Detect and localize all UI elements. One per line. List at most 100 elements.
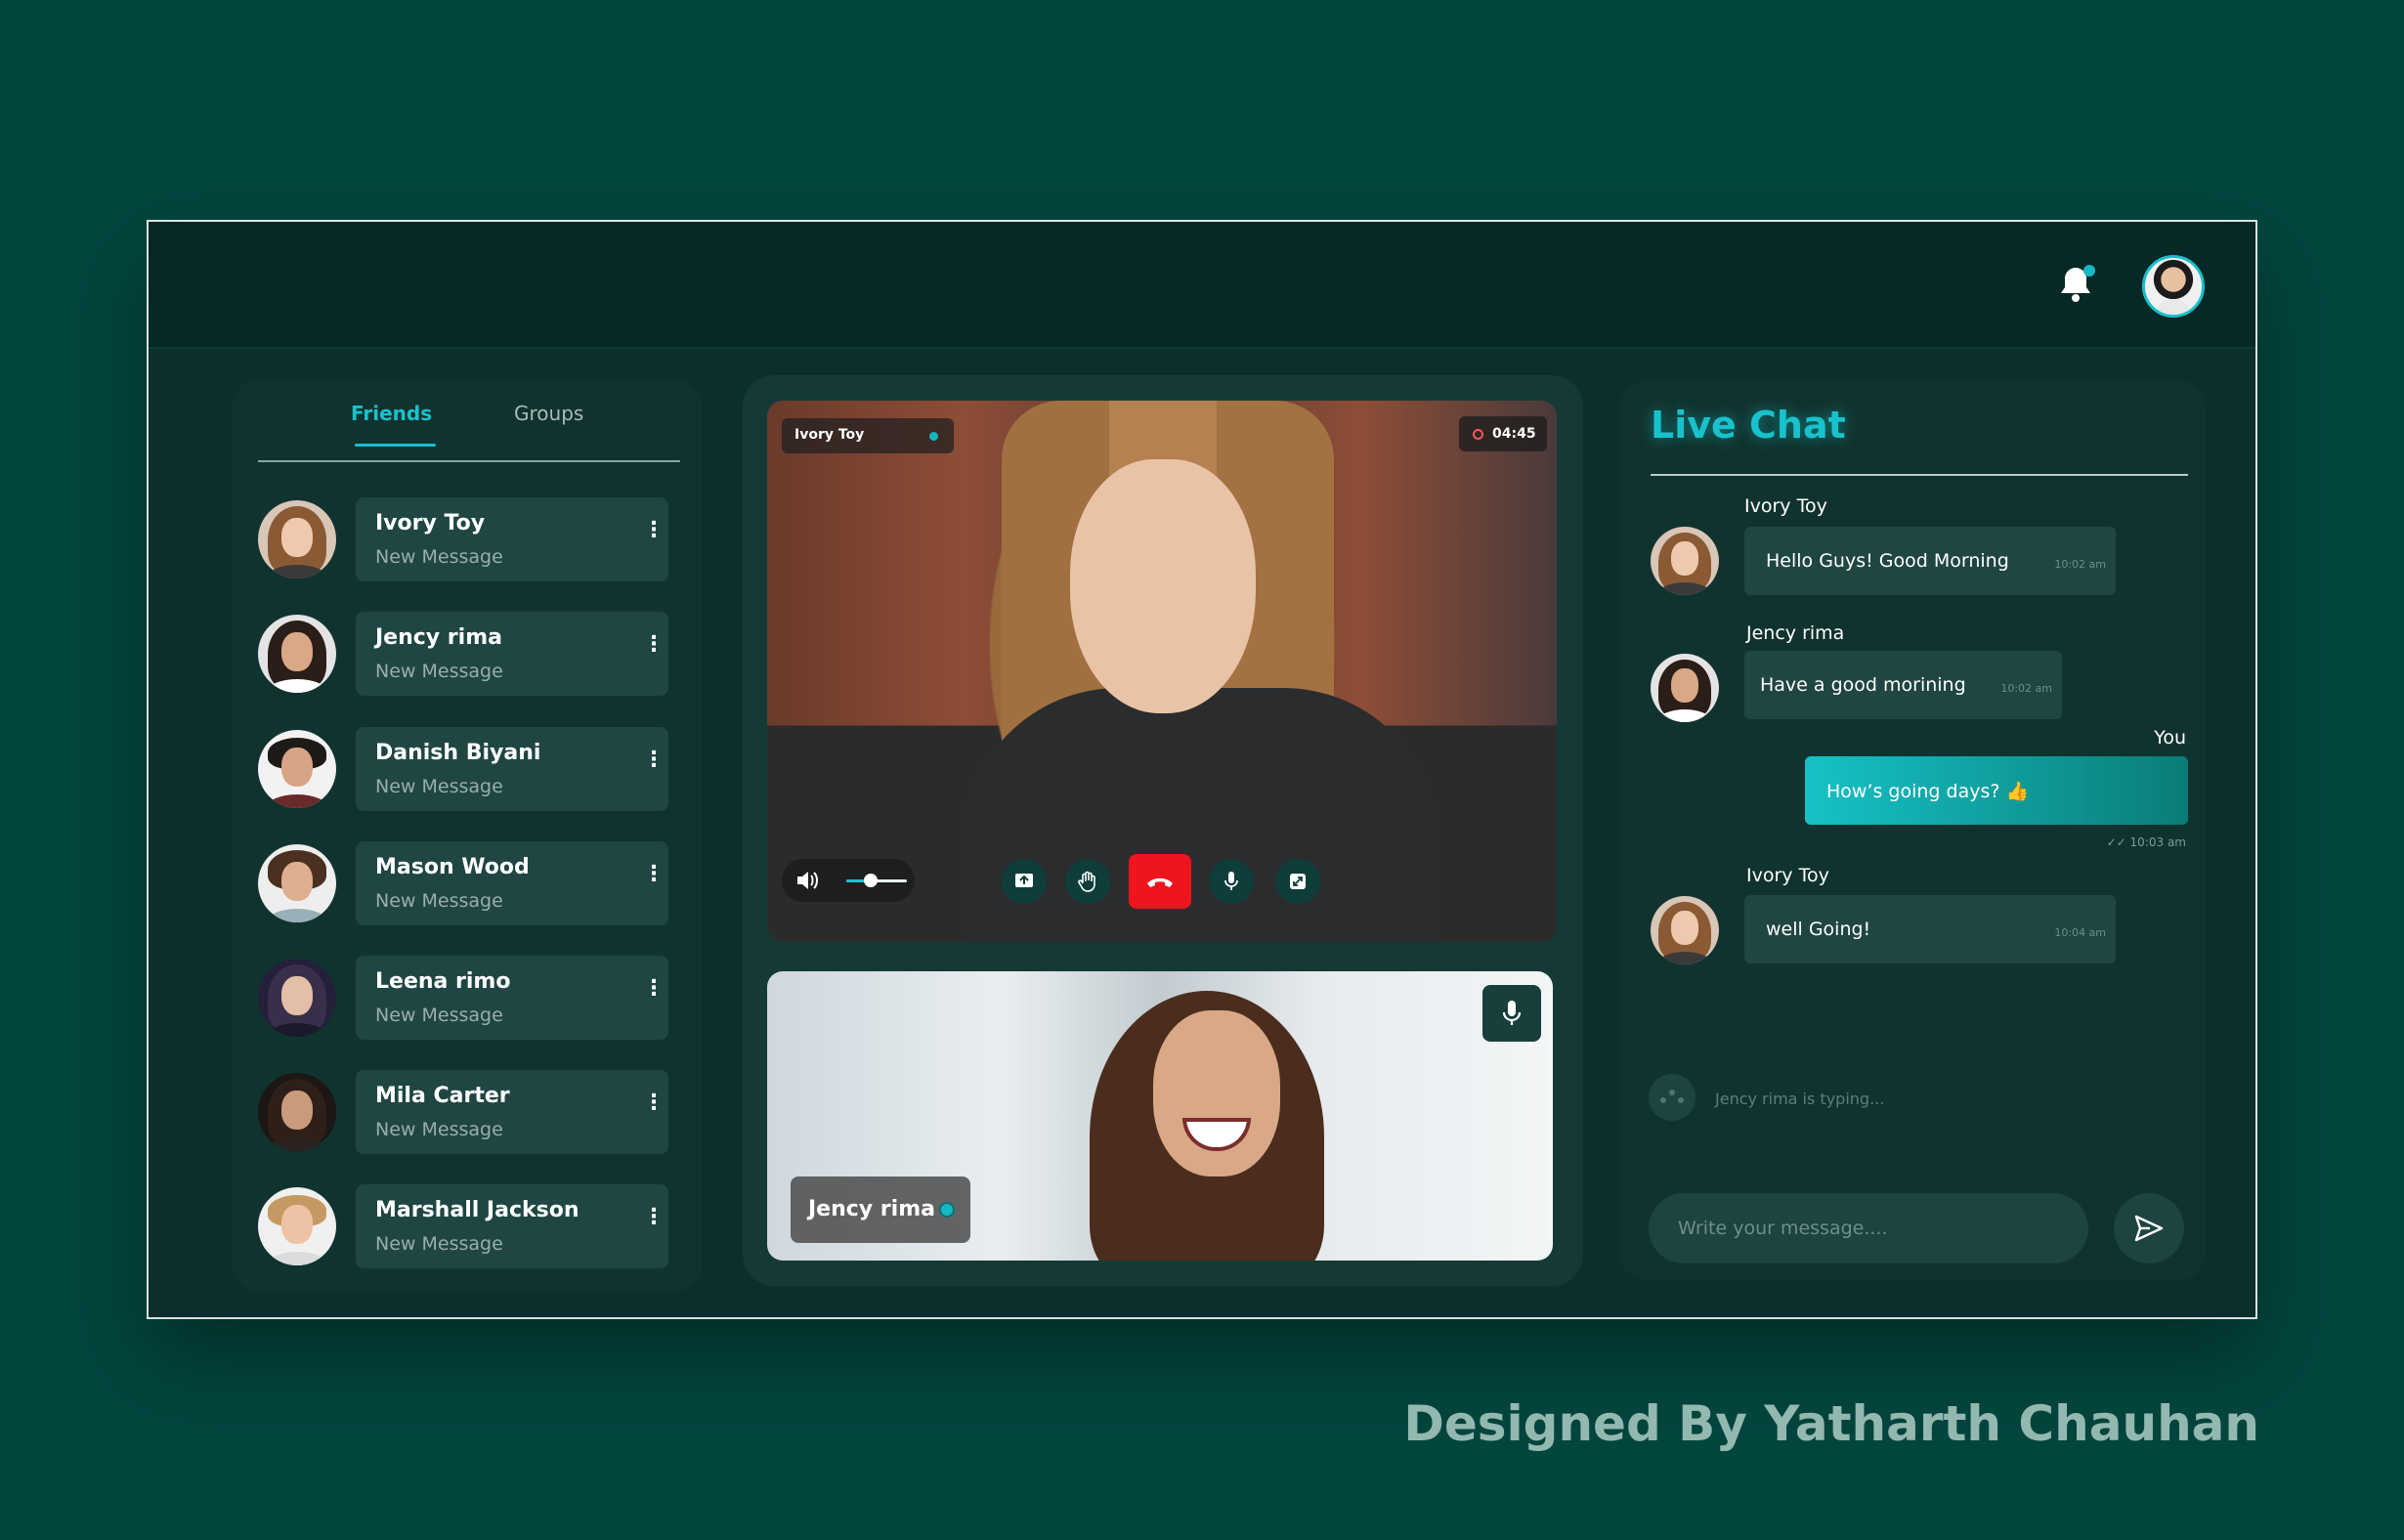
avatar (258, 615, 336, 693)
message-bubble: Have a good morining 10:02 am (1744, 651, 2062, 719)
friend-item[interactable]: Mila Carter New Message ⋮ (258, 1070, 680, 1154)
friend-card[interactable]: Mila Carter New Message ⋮ (356, 1070, 668, 1154)
designer-credit: Designed By Yatharth Chauhan (1403, 1395, 2259, 1452)
participant-name-tag: Jency rima (791, 1176, 970, 1243)
friend-card[interactable]: Leena rimo New Message ⋮ (356, 956, 668, 1040)
message-time: 10:04 am (2054, 926, 2106, 939)
more-vertical-icon[interactable]: ⋮ (643, 749, 665, 771)
end-call-button[interactable] (1129, 854, 1191, 909)
friend-status: New Message (375, 1005, 503, 1026)
end-call-icon (1147, 877, 1173, 887)
volume-knob[interactable] (863, 874, 878, 887)
speaker-icon[interactable] (795, 870, 819, 895)
volume-slider[interactable] (846, 874, 907, 887)
divider (1651, 474, 2188, 476)
friend-name: Ivory Toy (375, 511, 486, 535)
microphone-icon (1224, 872, 1238, 890)
message-bubble: Hello Guys! Good Morning 10:02 am (1744, 527, 2116, 595)
typing-dot (1669, 1090, 1675, 1095)
tab-groups[interactable]: Groups (514, 402, 583, 425)
message-sender: Ivory Toy (1744, 495, 1827, 517)
bell-icon[interactable] (2052, 261, 2099, 308)
main-video-feed: Ivory Toy 04:45 (767, 401, 1557, 942)
profile-avatar[interactable] (2142, 255, 2205, 318)
message-time: 10:02 am (2054, 558, 2106, 571)
tab-friends[interactable]: Friends (351, 402, 437, 447)
more-vertical-icon[interactable]: ⋮ (643, 1092, 665, 1114)
participant-name-tag: Ivory Toy (782, 418, 954, 453)
my-message-bubble: How’s going days? 👍 (1805, 756, 2188, 825)
more-vertical-icon[interactable]: ⋮ (643, 1207, 665, 1228)
online-indicator (929, 432, 938, 441)
avatar (258, 959, 336, 1037)
friend-name: Mila Carter (375, 1084, 510, 1108)
friend-name: Marshall Jackson (375, 1198, 580, 1222)
participant-name: Ivory Toy (794, 427, 865, 443)
friend-item[interactable]: Mason Wood New Message ⋮ (258, 841, 680, 925)
record-icon (1473, 429, 1483, 440)
friend-name: Leena rimo (375, 969, 511, 994)
timer-value: 04:45 (1492, 426, 1536, 442)
fullscreen-icon (1290, 874, 1306, 889)
friend-status: New Message (375, 890, 503, 912)
friend-card[interactable]: Marshall Jackson New Message ⋮ (356, 1184, 668, 1268)
friend-item[interactable]: Leena rimo New Message ⋮ (258, 956, 680, 1040)
app-window: Friends Groups Ivory Toy New Message ⋮ J… (147, 220, 2257, 1319)
more-vertical-icon[interactable]: ⋮ (643, 864, 665, 885)
more-vertical-icon[interactable]: ⋮ (643, 978, 665, 1000)
avatar (1651, 527, 1719, 595)
share-screen-icon (1015, 874, 1033, 887)
notification-dot (2083, 265, 2095, 277)
friend-name: Jency rima (375, 625, 502, 650)
message-time: ✓✓ 10:03 am (2106, 835, 2186, 849)
message-sender: Ivory Toy (1746, 865, 1829, 886)
fullscreen-button[interactable] (1275, 859, 1320, 904)
message-text: Have a good morining (1760, 674, 1966, 696)
more-vertical-icon[interactable]: ⋮ (643, 634, 665, 656)
friend-card[interactable]: Danish Biyani New Message ⋮ (356, 727, 668, 811)
participant-name: Jency rima (808, 1197, 935, 1221)
avatar (258, 500, 336, 578)
microphone-button[interactable] (1209, 859, 1254, 904)
friend-name: Danish Biyani (375, 741, 541, 765)
typing-text: Jency rima is typing... (1715, 1090, 1885, 1108)
friend-item[interactable]: Marshall Jackson New Message ⋮ (258, 1184, 680, 1268)
friend-status: New Message (375, 776, 503, 797)
more-vertical-icon[interactable]: ⋮ (643, 520, 665, 541)
top-bar (149, 222, 2255, 349)
send-icon (2134, 1215, 2164, 1242)
friend-status: New Message (375, 661, 503, 682)
chat-title: Live Chat (1651, 404, 1846, 447)
typing-dot (1678, 1097, 1684, 1103)
volume-control[interactable] (782, 859, 915, 902)
message-text: well Going! (1766, 919, 1871, 940)
call-timer: 04:45 (1459, 416, 1547, 451)
microphone-icon (1502, 1001, 1522, 1025)
friend-status: New Message (375, 1233, 503, 1255)
message-input[interactable] (1649, 1193, 2088, 1263)
friends-panel: Friends Groups Ivory Toy New Message ⋮ J… (233, 380, 702, 1291)
mic-toggle-button[interactable] (1482, 985, 1541, 1042)
live-chat-panel: Live Chat Ivory Toy Hello Guys! Good Mor… (1619, 380, 2206, 1281)
video-figure (1153, 1010, 1280, 1176)
raise-hand-button[interactable] (1065, 859, 1110, 904)
video-figure (1070, 459, 1256, 713)
avatar (258, 1187, 336, 1265)
raise-hand-icon (1078, 871, 1095, 892)
friend-card[interactable]: Jency rima New Message ⋮ (356, 612, 668, 696)
friend-item[interactable]: Jency rima New Message ⋮ (258, 612, 680, 696)
send-button[interactable] (2114, 1193, 2184, 1263)
typing-dot (1660, 1097, 1666, 1103)
friend-card[interactable]: Mason Wood New Message ⋮ (356, 841, 668, 925)
friend-item[interactable]: Ivory Toy New Message ⋮ (258, 497, 680, 581)
friend-item[interactable]: Danish Biyani New Message ⋮ (258, 727, 680, 811)
message-text: Hello Guys! Good Morning (1766, 550, 2009, 572)
avatar (1651, 654, 1719, 722)
friend-name: Mason Wood (375, 855, 530, 879)
message-text: How’s going days? 👍 (1826, 781, 2030, 802)
video-call-panel: Ivory Toy 04:45 Jency rima (743, 375, 1583, 1286)
message-bubble: well Going! 10:04 am (1744, 895, 2116, 963)
share-screen-button[interactable] (1002, 859, 1047, 904)
friend-card[interactable]: Ivory Toy New Message ⋮ (356, 497, 668, 581)
secondary-video-feed: Jency rima (767, 971, 1553, 1261)
